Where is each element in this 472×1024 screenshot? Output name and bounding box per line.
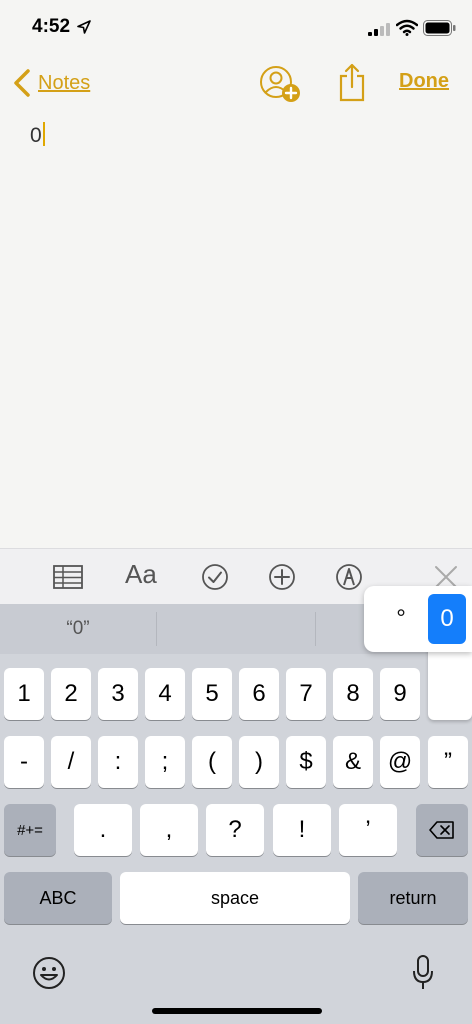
back-label: Notes (38, 71, 91, 94)
status-time: 4:52 (32, 16, 71, 37)
key-hyphen[interactable]: - (4, 736, 44, 788)
key-close-paren[interactable]: ) (239, 736, 279, 788)
key-6[interactable]: 6 (239, 668, 279, 720)
return-key[interactable]: return (358, 872, 468, 924)
key-5[interactable]: 5 (192, 668, 232, 720)
microphone-icon[interactable] (411, 954, 435, 992)
cellular-signal-icon (368, 23, 390, 36)
prediction-divider (315, 612, 316, 646)
keyboard: “0” 1 2 3 4 5 6 7 8 9 - / : ; ( ) $ & @ … (0, 604, 472, 1024)
prediction-empty[interactable] (157, 604, 315, 654)
key-7[interactable]: 7 (286, 668, 326, 720)
location-arrow-icon (77, 20, 91, 34)
key-2[interactable]: 2 (51, 668, 91, 720)
key-9[interactable]: 9 (380, 668, 420, 720)
key-3[interactable]: 3 (98, 668, 138, 720)
key-colon[interactable]: : (98, 736, 138, 788)
key-1[interactable]: 1 (4, 668, 44, 720)
key-slash[interactable]: / (51, 736, 91, 788)
done-button[interactable]: Done (399, 70, 449, 93)
note-text[interactable]: 0 (30, 122, 45, 148)
add-person-icon[interactable] (258, 64, 302, 104)
key-8[interactable]: 8 (333, 668, 373, 720)
key-question[interactable]: ? (206, 804, 264, 856)
key-comma[interactable]: , (140, 804, 198, 856)
key-ampersand[interactable]: & (333, 736, 373, 788)
accent-option-zero[interactable]: 0 (428, 594, 466, 644)
note-editor[interactable]: 0 (0, 112, 472, 548)
key-dollar[interactable]: $ (286, 736, 326, 788)
home-indicator[interactable] (152, 1008, 322, 1014)
accent-popup: ° 0 (364, 586, 472, 652)
key-quote[interactable]: ” (428, 736, 468, 788)
key-4[interactable]: 4 (145, 668, 185, 720)
delete-key[interactable] (416, 804, 468, 856)
accent-option-degree[interactable]: ° (382, 594, 420, 644)
add-icon[interactable] (266, 561, 298, 593)
text-format-button[interactable]: Aa (125, 559, 157, 590)
delete-icon (429, 821, 454, 839)
wifi-icon (396, 19, 418, 36)
markup-pen-icon[interactable] (333, 561, 365, 593)
key-at[interactable]: @ (380, 736, 420, 788)
key-semicolon[interactable]: ; (145, 736, 185, 788)
chevron-left-icon (14, 69, 30, 97)
prediction-suggestion[interactable]: “0” (0, 604, 156, 654)
key-0-pressed[interactable] (428, 640, 472, 720)
text-cursor (42, 122, 45, 146)
key-exclamation[interactable]: ! (273, 804, 331, 856)
nav-bar: Notes Done (0, 56, 472, 112)
status-bar: 4:52 (0, 0, 472, 56)
share-icon[interactable] (338, 62, 366, 102)
abc-key[interactable]: ABC (4, 872, 112, 924)
back-button[interactable]: Notes (12, 66, 90, 100)
more-symbols-key[interactable]: #+= (4, 804, 56, 856)
emoji-icon[interactable] (32, 956, 66, 990)
key-apostrophe[interactable]: ’ (339, 804, 397, 856)
table-icon[interactable] (52, 561, 84, 593)
key-period[interactable]: . (74, 804, 132, 856)
checklist-icon[interactable] (199, 561, 231, 593)
key-open-paren[interactable]: ( (192, 736, 232, 788)
space-key[interactable]: space (120, 872, 350, 924)
battery-icon (423, 20, 456, 36)
note-text-value: 0 (30, 124, 42, 147)
